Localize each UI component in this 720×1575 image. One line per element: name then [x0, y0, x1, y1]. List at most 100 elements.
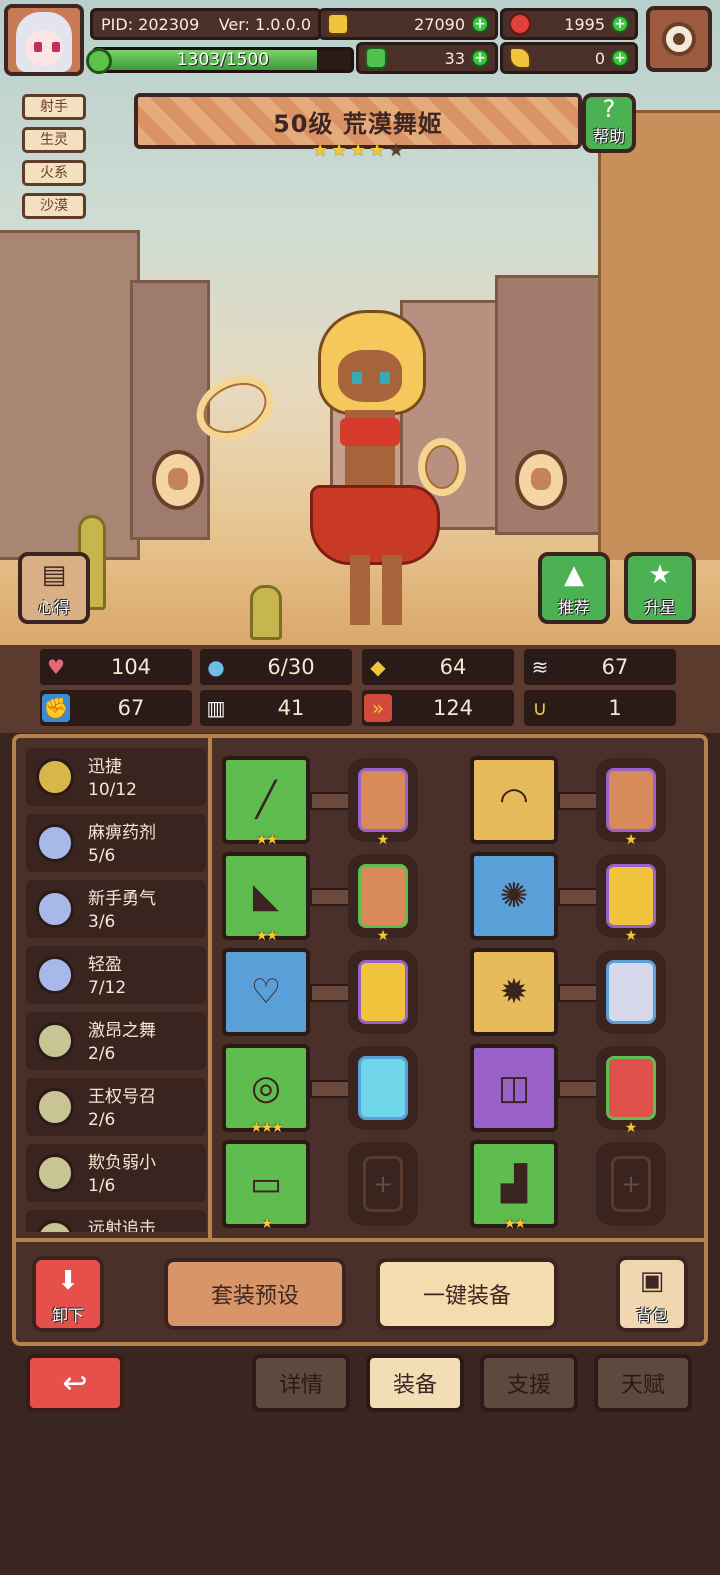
help-button[interactable]: ? 帮助 — [582, 93, 636, 153]
set-medal-icon — [36, 758, 74, 796]
notes-button[interactable]: ▤ 心得 — [18, 552, 90, 624]
set-bonus-item[interactable]: 迅捷 10/12 — [26, 748, 206, 806]
stat-luck: ∪ 1 — [524, 690, 676, 726]
item-stars: ★★ — [255, 832, 278, 848]
rune-slot[interactable]: ★ — [596, 854, 666, 944]
gold-coin-icon — [327, 13, 349, 35]
tab-label: 详情 — [278, 1373, 323, 1398]
set-medal-icon — [36, 956, 74, 994]
set-medal-icon — [36, 1154, 74, 1192]
empty-rune-slot[interactable]: + — [348, 1142, 418, 1226]
equipment-slot-tiara[interactable]: ◠ — [470, 756, 558, 844]
settings-button[interactable] — [646, 6, 712, 72]
stat-value: 124 — [432, 696, 474, 720]
add-gold-button[interactable]: + — [471, 15, 489, 33]
beetle-icon: ✺ — [499, 876, 529, 916]
set-bonus-item[interactable]: 新手勇气 3/6 — [26, 880, 206, 938]
tab-support[interactable]: 支援 — [480, 1354, 578, 1412]
tab-talent[interactable]: 天赋 — [594, 1354, 692, 1412]
game-version: Ver: 1.0.0.0 — [218, 14, 311, 34]
back-button[interactable]: ↩ — [26, 1354, 124, 1412]
equipment-slot-ring-chest[interactable]: ▭ ★ — [222, 1140, 310, 1232]
stats-panel: ♥ 104 ● 6/30 ◆ 64 ≋ 67 ✊ 67 ▥ 41 » 124 ∪… — [0, 645, 720, 733]
hero-tag: 火系 — [22, 160, 86, 186]
rune-slot[interactable]: ★ — [596, 1046, 666, 1136]
unequip-button[interactable]: ⬇ 卸下 — [32, 1256, 104, 1332]
backpack-label: 背包 — [635, 1306, 668, 1325]
panel-divider — [208, 738, 212, 1238]
return-arrow-icon: ↩ — [62, 1365, 88, 1401]
boots-icon: ▟ — [500, 1164, 528, 1204]
set-bonus-item[interactable]: 远射追击 — [26, 1210, 206, 1232]
set-bonus-item[interactable]: 王权号召 2/6 — [26, 1078, 206, 1136]
item-stars: ★ — [260, 1216, 274, 1232]
equipment-slot-leaf-blade[interactable]: ◣ ★★ — [222, 852, 310, 944]
set-bonus-list[interactable]: 迅捷 10/12 麻痹药剂 5/6 新手勇气 3/6 轻盈 7/12 激昂之舞 2/6 王权号召 2/… — [26, 748, 206, 1232]
stat-defense: ◆ 64 — [362, 649, 514, 685]
gem-amount: 1995 — [564, 14, 605, 34]
stat-value: 6/30 — [267, 655, 315, 679]
set-bonus-item[interactable]: 欺负弱小 1/6 — [26, 1144, 206, 1202]
key-amount: 0 — [594, 48, 605, 68]
tab-details[interactable]: 详情 — [252, 1354, 350, 1412]
rune-slot[interactable]: ★ — [348, 758, 418, 848]
set-progress: 2/6 — [88, 1044, 116, 1064]
tab-equipment[interactable]: 装备 — [366, 1354, 464, 1412]
top-bar: PID: 202309 Ver: 1.0.0.0 27090 + 1995 + … — [0, 0, 720, 80]
water-drop-icon: ● — [207, 655, 225, 679]
star-upgrade-button[interactable]: ★ 升星 — [624, 552, 696, 624]
ruby-gem-icon — [509, 13, 531, 35]
add-rune-icon: + — [363, 1156, 403, 1212]
rune-card-icon — [358, 768, 408, 832]
bracelet-icon: ◫ — [497, 1068, 531, 1108]
thumbs-up-icon: ▲ — [564, 560, 584, 590]
add-gems-button[interactable]: + — [611, 15, 629, 33]
gear-icon — [662, 22, 696, 56]
rune-card-icon — [606, 1056, 656, 1120]
set-preset-button[interactable]: 套装预设 — [164, 1258, 346, 1330]
auto-equip-button[interactable]: 一键装备 — [376, 1258, 558, 1330]
equipment-slot-sun-ring[interactable]: ✹ — [470, 948, 558, 1036]
notes-label: 心得 — [37, 598, 70, 617]
set-progress: 3/6 — [88, 912, 116, 932]
rune-slot[interactable] — [596, 950, 666, 1034]
rune-slot[interactable] — [348, 950, 418, 1034]
recommend-button[interactable]: ▲ 推荐 — [538, 552, 610, 624]
rune-stars: ★ — [624, 928, 638, 944]
equipment-slot-bracelet[interactable]: ◫ — [470, 1044, 558, 1132]
stat-attack: ✊ 67 — [40, 690, 192, 726]
ring-chest-icon: ▭ — [249, 1164, 283, 1204]
floating-relic-left — [152, 450, 204, 510]
tab-label: 装备 — [392, 1373, 437, 1398]
heart-icon: ♥ — [47, 655, 65, 679]
key-currency: 0 + — [500, 42, 638, 74]
add-keys-button[interactable]: + — [611, 49, 629, 67]
rune-slot[interactable]: ★ — [348, 854, 418, 944]
equipment-slot-beetle[interactable]: ✺ — [470, 852, 558, 940]
set-name: 轻盈 — [88, 955, 122, 975]
equipment-slot-wand[interactable]: ╱ ★★ — [222, 756, 310, 848]
star-filled-icon: ★ — [369, 140, 386, 161]
equipment-slot-boots[interactable]: ▟ ★★ — [470, 1140, 558, 1232]
rune-slot[interactable]: ★ — [596, 758, 666, 848]
star-filled-icon: ★ — [350, 140, 367, 161]
player-id: PID: 202309 — [101, 14, 200, 34]
set-bonus-item[interactable]: 激昂之舞 2/6 — [26, 1012, 206, 1070]
item-stars: ★★ — [255, 928, 278, 944]
equipment-slot-coin-charm[interactable]: ◎ ★★★ — [222, 1044, 310, 1136]
equipment-slot-necklace[interactable]: ♡ — [222, 948, 310, 1036]
player-avatar[interactable] — [4, 4, 84, 76]
empty-rune-slot[interactable]: + — [596, 1142, 666, 1226]
set-bonus-item[interactable]: 轻盈 7/12 — [26, 946, 206, 1004]
backpack-button[interactable]: ▣ 背包 — [616, 1256, 688, 1332]
set-bonus-item[interactable]: 麻痹药剂 5/6 — [26, 814, 206, 872]
stat-evasion: ≋ 67 — [524, 649, 676, 685]
add-clover-button[interactable]: + — [471, 49, 489, 67]
clover-icon — [365, 47, 387, 69]
rune-slot[interactable] — [348, 1046, 418, 1130]
equipment-panel: 迅捷 10/12 麻痹药剂 5/6 新手勇气 3/6 轻盈 7/12 激昂之舞 2/6 王权号召 2/… — [12, 734, 708, 1346]
set-name: 王权号召 — [88, 1087, 156, 1107]
rune-stars: ★ — [624, 832, 638, 848]
fist-icon: ✊ — [42, 694, 70, 722]
stat-speed: » 124 — [362, 690, 514, 726]
